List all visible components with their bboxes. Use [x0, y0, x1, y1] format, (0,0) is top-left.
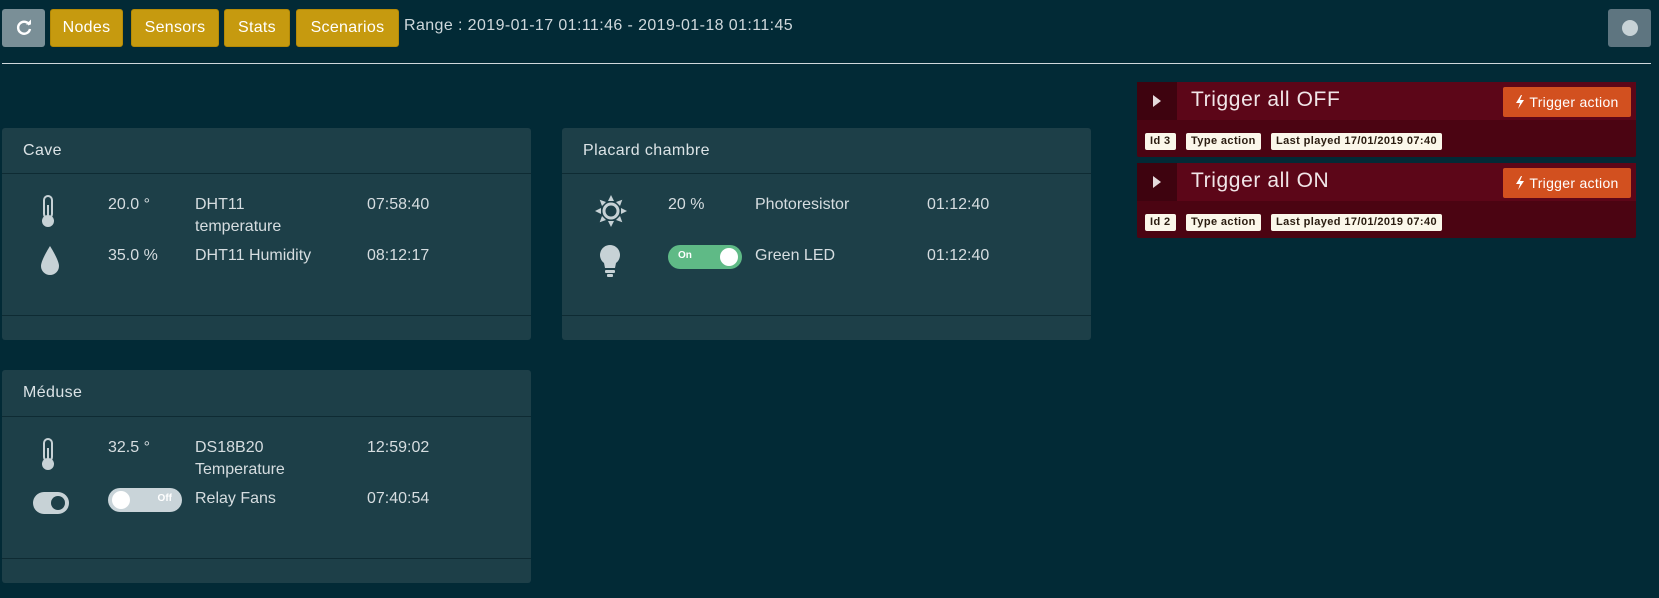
nav-stats-button[interactable]: Stats — [224, 9, 290, 47]
expand-arrow-icon[interactable] — [1137, 163, 1177, 201]
panel-title: Méduse — [2, 370, 531, 417]
sensor-time: 01:12:40 — [927, 196, 990, 213]
sensor-time: 07:40:54 — [367, 490, 430, 507]
toggle-icon — [32, 491, 70, 515]
toggle-knob — [720, 248, 738, 266]
sensor-time: 07:58:40 — [367, 196, 430, 213]
sensor-label: DHT11 temperature — [195, 196, 282, 235]
sensor-label: DHT11 Humidity — [195, 247, 312, 264]
refresh-button[interactable] — [2, 9, 45, 47]
toggle-knob — [112, 491, 130, 509]
lightbulb-icon — [598, 243, 622, 279]
sun-icon — [594, 194, 628, 228]
scenario-title: Trigger all OFF — [1191, 88, 1341, 111]
relay-fans-toggle[interactable]: Off — [108, 488, 182, 512]
sensor-value: 32.5 ° — [108, 439, 150, 456]
trigger-action-label: Trigger action — [1529, 94, 1619, 110]
node-panel-cave: Cave 20.0 ° DHT11 temperature 07:58:40 3… — [2, 128, 531, 340]
expand-arrow-icon[interactable] — [1137, 82, 1177, 120]
sensor-label: Photoresistor — [755, 196, 850, 213]
bolt-icon — [1516, 95, 1525, 109]
sensor-value: 20.0 ° — [108, 196, 150, 213]
panel-title: Placard chambre — [562, 128, 1091, 174]
sensor-label: Relay Fans — [195, 490, 276, 507]
status-dot-icon — [1621, 20, 1638, 36]
status-button[interactable] — [1608, 9, 1651, 47]
scenario-id-badge: Id 3 — [1145, 133, 1176, 150]
scenario-last-played-badge: Last played 17/01/2019 07:40 — [1271, 133, 1443, 150]
node-panel-placard-chambre: Placard chambre 20 % Photoresistor 01:12… — [562, 128, 1091, 340]
trigger-action-label: Trigger action — [1529, 175, 1619, 191]
sensor-value: 20 % — [668, 196, 705, 213]
nav-scenarios-button[interactable]: Scenarios — [296, 9, 399, 47]
nav-sensors-button[interactable]: Sensors — [131, 9, 219, 47]
sensor-label: Green LED — [755, 247, 836, 264]
sensor-time: 12:59:02 — [367, 439, 430, 456]
node-panel-meduse: Méduse 32.5 ° DS18B20 Temperature 12:59:… — [2, 370, 531, 583]
toggle-label: On — [678, 250, 692, 261]
nav-nodes-button[interactable]: Nodes — [50, 9, 123, 47]
bolt-icon — [1516, 176, 1525, 190]
sensor-time: 08:12:17 — [367, 247, 430, 264]
sensor-time: 01:12:40 — [927, 247, 990, 264]
scenario-trigger-all-off: Trigger all OFF Trigger action Id 3 Type… — [1137, 82, 1636, 157]
trigger-action-button[interactable]: Trigger action — [1503, 87, 1631, 117]
green-led-toggle[interactable]: On — [668, 245, 742, 269]
panel-footer — [2, 315, 531, 340]
scenario-last-played-badge: Last played 17/01/2019 07:40 — [1271, 214, 1443, 231]
scenario-title: Trigger all ON — [1191, 169, 1330, 192]
scenario-type-badge: Type action — [1186, 214, 1261, 231]
trigger-action-button[interactable]: Trigger action — [1503, 168, 1631, 198]
divider — [2, 63, 1651, 64]
panel-footer — [562, 315, 1091, 340]
thermometer-icon — [36, 437, 60, 473]
thermometer-icon — [36, 194, 60, 230]
droplet-icon — [38, 244, 62, 278]
refresh-icon — [16, 19, 31, 35]
toggle-label: Off — [157, 493, 172, 504]
panel-title: Cave — [2, 128, 531, 174]
panel-footer — [2, 558, 531, 583]
scenario-id-badge: Id 2 — [1145, 214, 1176, 231]
scenario-type-badge: Type action — [1186, 133, 1261, 150]
sensor-label: DS18B20 Temperature — [195, 439, 285, 478]
date-range-text: Range : 2019-01-17 01:11:46 - 2019-01-18… — [404, 17, 794, 34]
scenario-trigger-all-on: Trigger all ON Trigger action Id 2 Type … — [1137, 163, 1636, 238]
sensor-value: 35.0 % — [108, 247, 158, 264]
